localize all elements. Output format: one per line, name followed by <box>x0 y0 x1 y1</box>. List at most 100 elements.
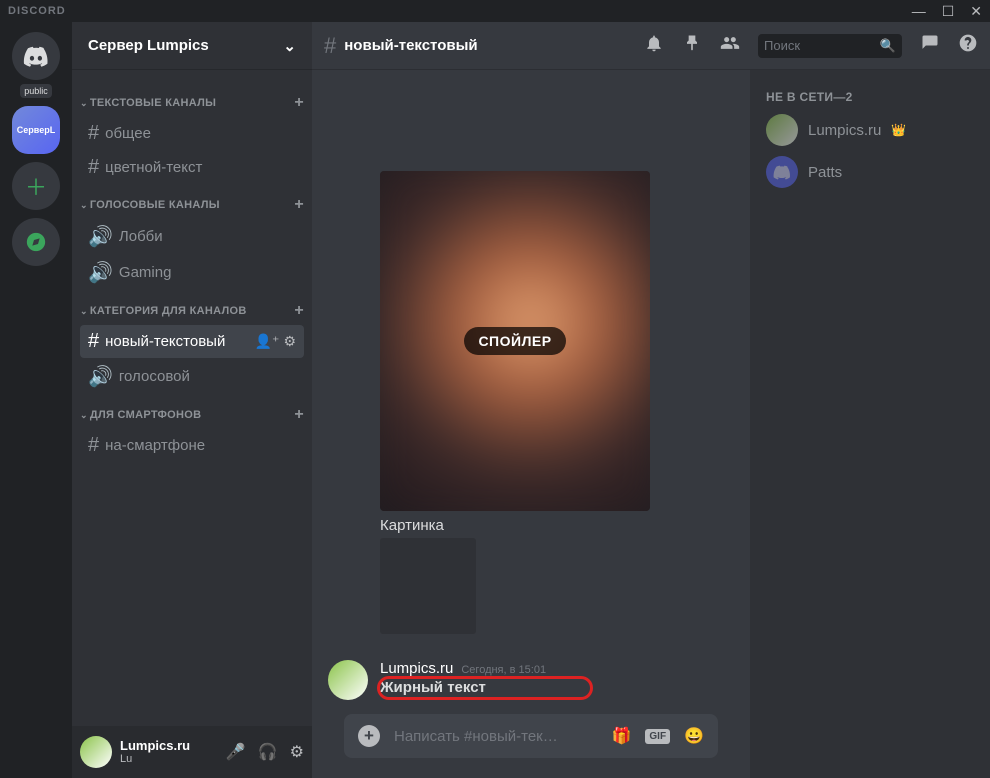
message-author[interactable]: Lumpics.ru <box>380 660 453 677</box>
server-header[interactable]: Сервер Lumpics ⌄ <box>72 22 312 70</box>
category-label: КАТЕГОРИЯ ДЛЯ КАНАЛОВ <box>90 305 247 317</box>
speaker-icon: 🔊 <box>88 364 113 389</box>
compose-placeholder: Написать #новый-тек… <box>394 728 597 745</box>
user-avatar[interactable] <box>80 736 112 768</box>
channel-label: Лобби <box>119 228 163 245</box>
add-channel-button[interactable]: + <box>294 94 304 112</box>
server-lumpics[interactable]: СерверL <box>12 106 60 154</box>
chevron-down-icon: ⌄ <box>283 37 296 55</box>
hash-icon: # <box>324 33 336 59</box>
channel-label: Gaming <box>119 264 172 281</box>
hash-icon: # <box>88 434 99 457</box>
category-label: ДЛЯ СМАРТФОНОВ <box>90 409 202 421</box>
message-content: Жирный текст <box>380 679 734 696</box>
channel-label: цветной-текст <box>105 159 202 176</box>
channel-цветной-текст[interactable]: # цветной-текст <box>80 151 304 184</box>
chevron-down-icon: ⌄ <box>80 98 88 109</box>
channel-голосовой[interactable]: 🔊 голосовой <box>80 359 304 394</box>
emoji-button[interactable]: 😀 <box>684 726 704 746</box>
member-avatar <box>766 156 798 188</box>
channel-label: голосовой <box>119 368 190 385</box>
hash-icon: # <box>88 330 99 353</box>
spoiler-tag: СПОЙЛЕР <box>464 327 565 355</box>
member-avatar <box>766 114 798 146</box>
add-server-button[interactable]: ＋ <box>12 162 60 210</box>
deafen-button[interactable]: 🎧 <box>258 742 278 762</box>
channel-общее[interactable]: # общее <box>80 117 304 150</box>
spoiler-attachment[interactable]: СПОЙЛЕР <box>380 171 650 511</box>
members-toggle-button[interactable] <box>720 33 740 58</box>
channel-новый-текстовый[interactable]: # новый-текстовый 👤⁺ ⚙ <box>80 325 304 358</box>
category-label: ГОЛОСОВЫЕ КАНАЛЫ <box>90 199 220 211</box>
settings-button[interactable]: ⚙ <box>290 742 304 762</box>
channel-scroller: ⌄ ТЕКСТОВЫЕ КАНАЛЫ + # общее # цветной-тек… <box>72 70 312 726</box>
attach-button[interactable]: + <box>358 725 380 747</box>
messages-area: СПОЙЛЕР Картинка Lumpics.ru Сегодня, в 1… <box>312 70 750 778</box>
channel-label: новый-текстовый <box>105 333 225 350</box>
bold-text: Жирный текст <box>380 679 486 696</box>
member-patts[interactable]: Patts <box>758 152 982 192</box>
gift-button[interactable]: 🎁 <box>611 726 631 746</box>
discord-logo-icon <box>23 43 49 69</box>
hash-icon: # <box>88 156 99 179</box>
user-name: Lumpics.ru <box>120 739 190 753</box>
chevron-down-icon: ⌄ <box>80 200 88 211</box>
chevron-down-icon: ⌄ <box>80 306 88 317</box>
channel-label: общее <box>105 125 151 142</box>
inbox-button[interactable] <box>920 33 940 58</box>
maximize-button[interactable]: ☐ <box>942 3 955 20</box>
member-name: Patts <box>808 164 842 181</box>
search-placeholder: Поиск <box>764 38 800 53</box>
message-avatar[interactable] <box>328 660 368 700</box>
add-channel-button[interactable]: + <box>294 196 304 214</box>
member-name: Lumpics.ru <box>808 122 881 139</box>
pinned-button[interactable] <box>682 33 702 58</box>
channel-gaming[interactable]: 🔊 Gaming <box>80 255 304 290</box>
category-text[interactable]: ⌄ ТЕКСТОВЫЕ КАНАЛЫ + <box>72 90 312 116</box>
public-badge: public <box>20 84 52 98</box>
close-button[interactable]: ✕ <box>970 3 982 20</box>
minimize-button[interactable]: — <box>912 3 926 20</box>
channel-label: на-смартфоне <box>105 437 205 454</box>
notifications-button[interactable] <box>644 33 664 58</box>
user-panel: Lumpics.ru Lu 🎤 🎧 ⚙ <box>72 726 312 778</box>
invite-icon[interactable]: 👤⁺ <box>255 333 280 350</box>
message-input[interactable]: + Написать #новый-тек… 🎁 GIF 😀 <box>344 714 718 758</box>
help-button[interactable] <box>958 33 978 58</box>
chevron-down-icon: ⌄ <box>80 410 88 421</box>
channel-лобби[interactable]: 🔊 Лобби <box>80 219 304 254</box>
window-titlebar: DISCORD — ☐ ✕ <box>0 0 990 22</box>
home-button[interactable] <box>12 32 60 80</box>
attachment-placeholder[interactable] <box>380 538 476 634</box>
speaker-icon: 🔊 <box>88 260 113 285</box>
message: Lumpics.ru Сегодня, в 15:01 Жирный текст <box>328 656 734 704</box>
add-channel-button[interactable]: + <box>294 406 304 424</box>
category-phones[interactable]: ⌄ ДЛЯ СМАРТФОНОВ + <box>72 402 312 428</box>
attachment-caption: Картинка <box>380 517 734 534</box>
channel-на-смартфоне[interactable]: # на-смартфоне <box>80 429 304 462</box>
discord-wordmark: DISCORD <box>8 5 66 17</box>
search-input[interactable]: Поиск 🔍 <box>758 34 902 58</box>
speaker-icon: 🔊 <box>88 224 113 249</box>
crown-icon: 👑 <box>891 123 906 137</box>
category-voice[interactable]: ⌄ ГОЛОСОВЫЕ КАНАЛЫ + <box>72 192 312 218</box>
add-channel-button[interactable]: + <box>294 302 304 320</box>
compass-icon <box>25 231 47 253</box>
hash-icon: # <box>88 122 99 145</box>
members-sidebar: НЕ В СЕТИ—2 Lumpics.ru 👑 Patts <box>750 70 990 778</box>
category-custom[interactable]: ⌄ КАТЕГОРИЯ ДЛЯ КАНАЛОВ + <box>72 298 312 324</box>
member-lumpics[interactable]: Lumpics.ru 👑 <box>758 110 982 150</box>
discord-logo-icon <box>773 163 791 181</box>
user-discriminator: Lu <box>120 753 190 765</box>
category-label: ТЕКСТОВЫЕ КАНАЛЫ <box>90 97 216 109</box>
gear-icon[interactable]: ⚙ <box>283 333 296 350</box>
channel-header: # новый-текстовый Поиск 🔍 <box>312 22 990 70</box>
explore-button[interactable] <box>12 218 60 266</box>
server-name: Сервер Lumpics <box>88 37 209 54</box>
mute-button[interactable]: 🎤 <box>226 742 246 762</box>
channel-title: новый-текстовый <box>344 37 477 54</box>
gif-button[interactable]: GIF <box>645 729 670 744</box>
search-icon: 🔍 <box>880 38 896 54</box>
message-timestamp: Сегодня, в 15:01 <box>461 664 546 676</box>
compose-area: + Написать #новый-тек… 🎁 GIF 😀 <box>328 714 734 778</box>
